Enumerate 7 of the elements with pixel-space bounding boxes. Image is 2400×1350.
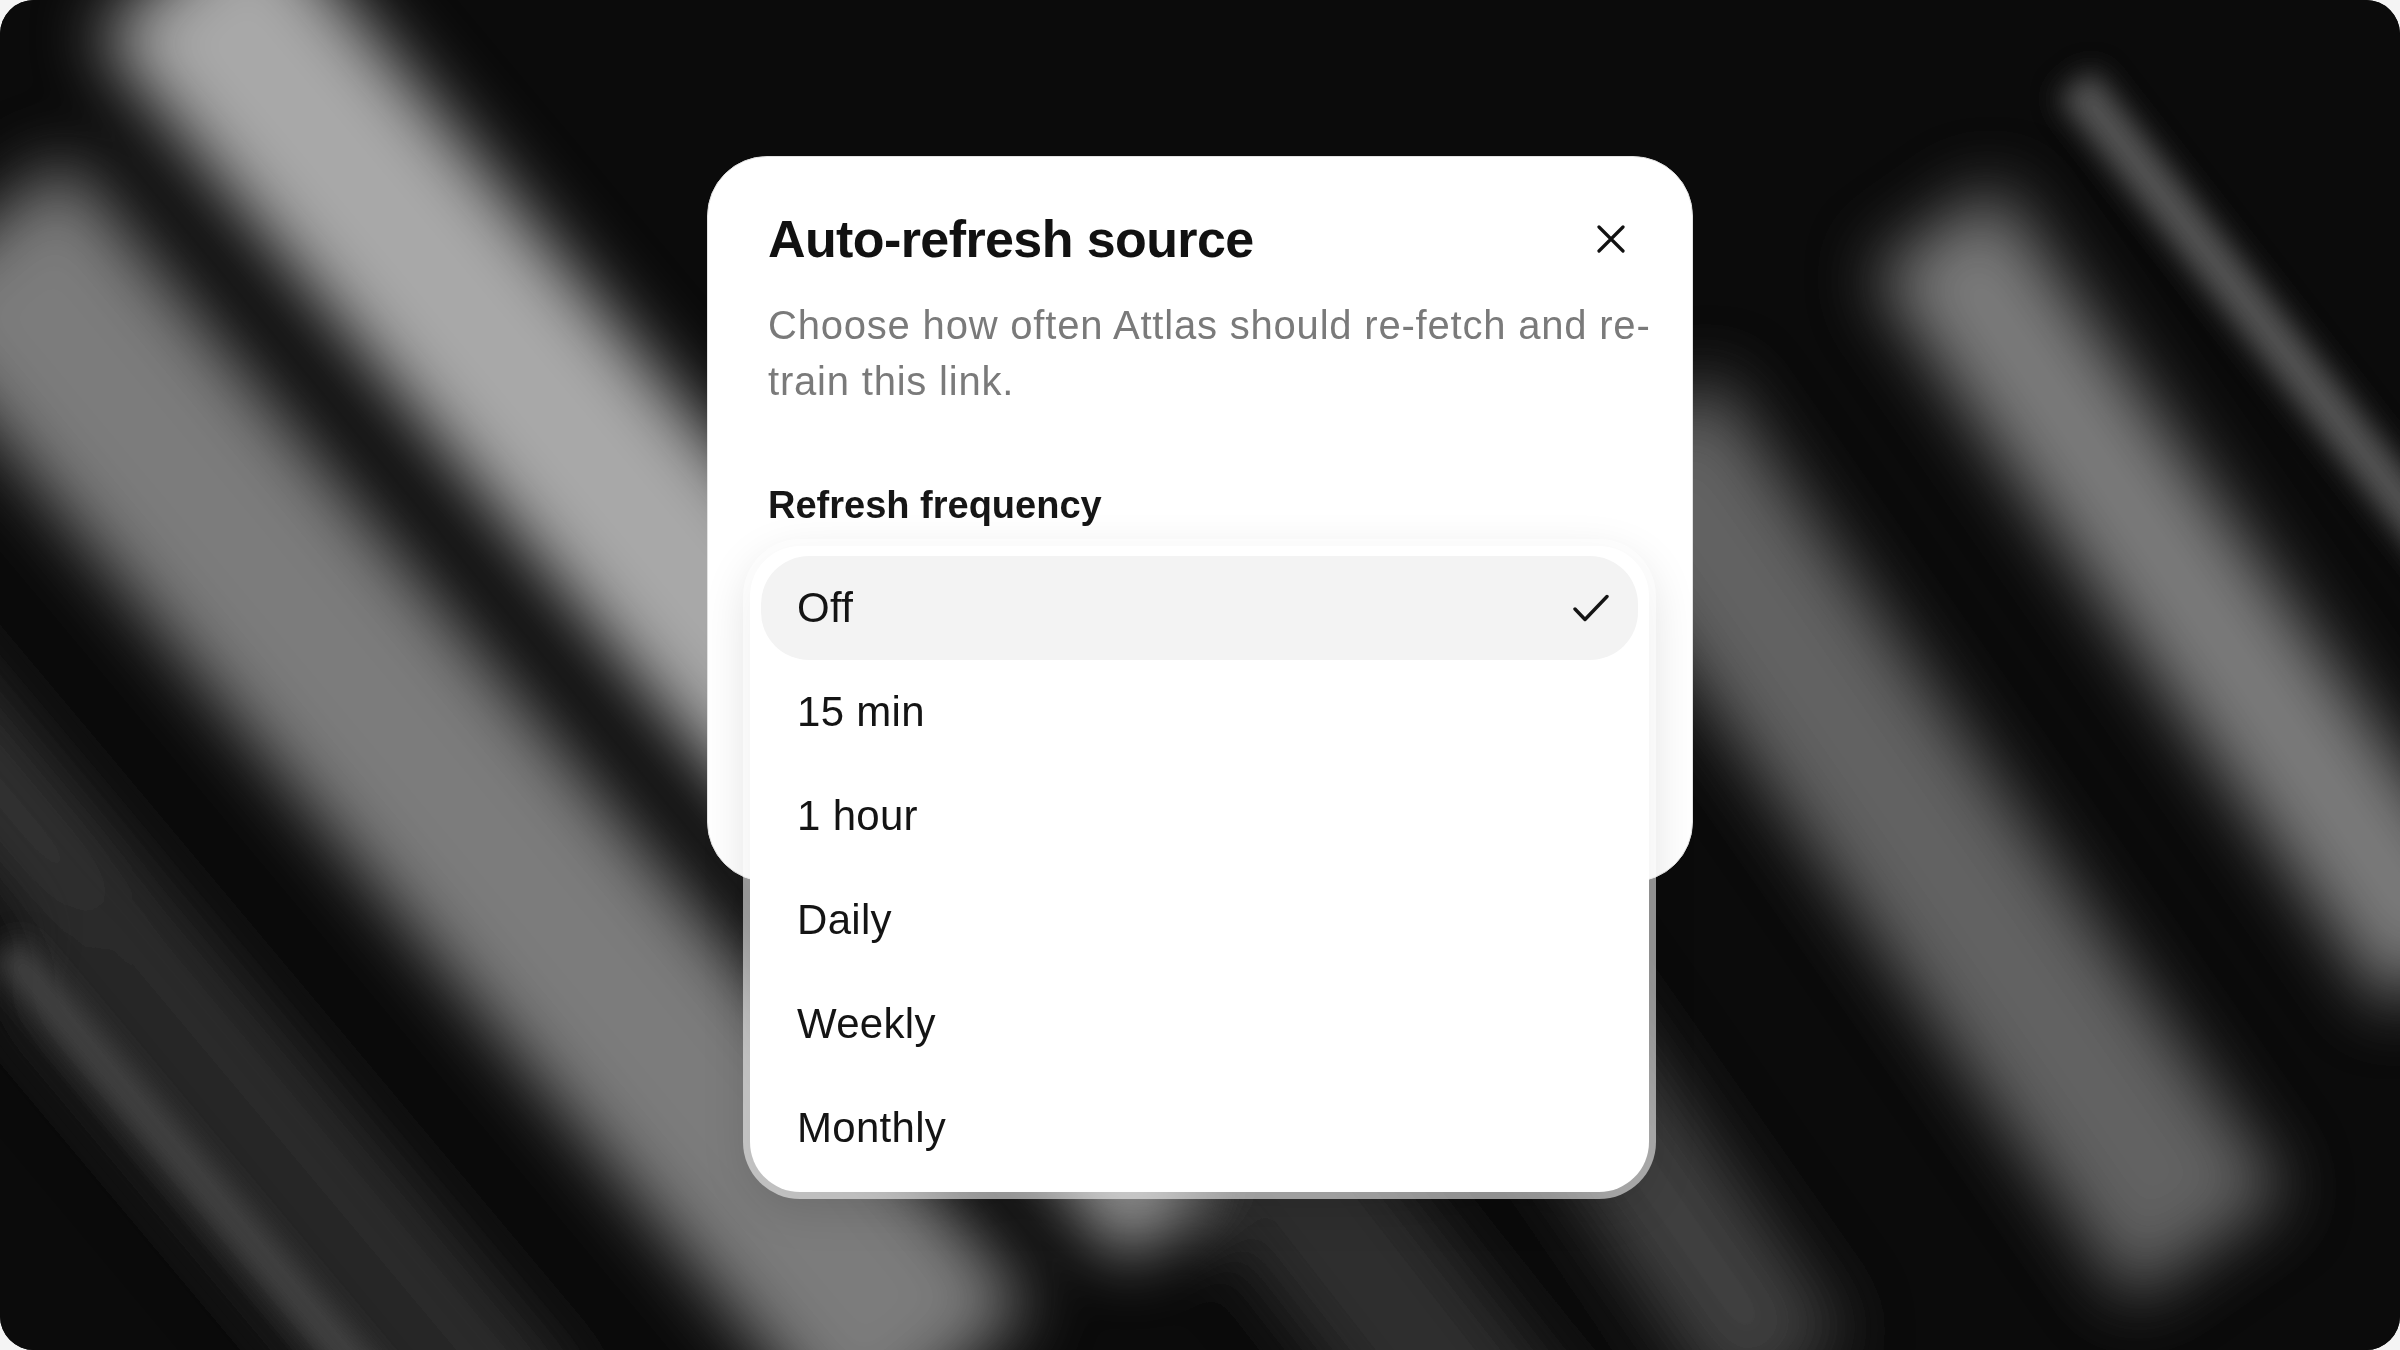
dialog-description: Choose how often Attlas should re-fetch and re-train this link. (768, 302, 1652, 405)
menu-option[interactable]: Off (761, 556, 1638, 660)
field-label: Refresh frequency (768, 483, 1102, 528)
check-icon (1573, 594, 1609, 622)
dialog-title: Auto-refresh source (768, 209, 1254, 269)
menu-option[interactable]: 15 min (761, 660, 1638, 764)
close-icon (1597, 225, 1625, 253)
